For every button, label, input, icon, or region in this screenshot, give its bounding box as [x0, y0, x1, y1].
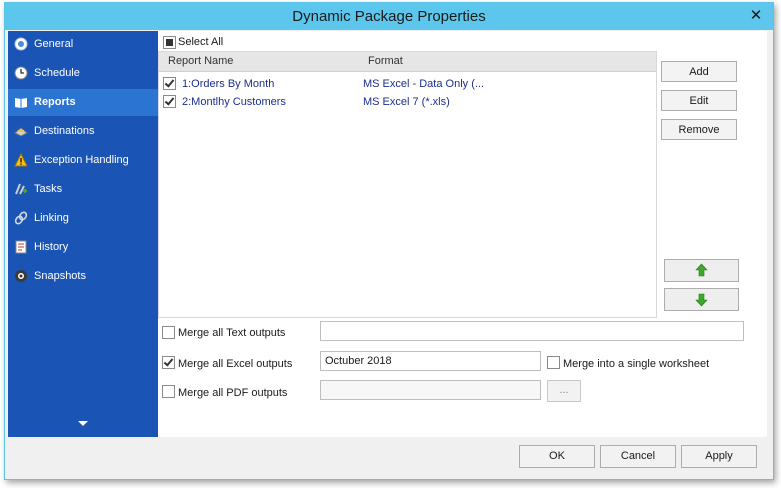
destinations-icon	[14, 127, 28, 137]
sidebar-item-label: History	[34, 241, 69, 253]
tasks-icon	[15, 183, 27, 195]
warning-icon	[14, 153, 28, 167]
sidebar-item-label: Tasks	[34, 183, 63, 195]
report-format: MS Excel - Data Only (...	[363, 78, 485, 90]
sidebar-item-snapshots[interactable]: Snapshots	[8, 263, 158, 290]
apply-button[interactable]: Apply	[681, 445, 757, 468]
merge-excel-checkbox[interactable]	[162, 356, 175, 369]
title-bar: Dynamic Package Properties ✕	[5, 3, 773, 30]
arrow-down-icon	[695, 293, 708, 307]
merge-pdf-label: Merge all PDF outputs	[178, 387, 288, 399]
clock-icon	[14, 66, 28, 80]
report-format: MS Excel 7 (*.xls)	[363, 96, 450, 108]
edit-button[interactable]: Edit	[661, 90, 737, 111]
row-checkbox[interactable]	[163, 77, 176, 90]
merge-text-checkbox[interactable]	[162, 326, 175, 339]
book-icon	[15, 98, 27, 108]
arrow-up-icon	[695, 263, 708, 277]
link-icon	[14, 211, 28, 225]
merge-single-worksheet-label: Merge into a single worksheet	[563, 358, 710, 370]
scroll-down-icon[interactable]	[78, 421, 88, 426]
merge-single-worksheet-checkbox[interactable]	[547, 356, 560, 369]
move-down-button[interactable]	[664, 288, 739, 311]
select-all-label: Select All	[178, 36, 224, 48]
sidebar-item-label: Schedule	[34, 67, 80, 79]
row-checkbox[interactable]	[163, 95, 176, 108]
sidebar-item-reports[interactable]: Reports	[8, 89, 158, 116]
sidebar: General Schedule Reports Destinations Ex…	[8, 31, 158, 437]
sidebar-item-destinations[interactable]: Destinations	[8, 118, 158, 145]
window-title: Dynamic Package Properties	[292, 8, 486, 25]
add-button[interactable]: Add	[661, 61, 737, 82]
column-header-format[interactable]: Format	[368, 55, 403, 67]
sidebar-item-history[interactable]: History	[8, 234, 158, 261]
merge-pdf-filename-input[interactable]	[320, 380, 541, 400]
merge-text-label: Merge all Text outputs	[178, 327, 286, 339]
sidebar-item-linking[interactable]: Linking	[8, 205, 158, 232]
merge-excel-filename-input[interactable]: Octuber 2018	[320, 351, 541, 371]
remove-button[interactable]: Remove	[661, 119, 737, 140]
sidebar-item-label: Exception Handling	[34, 154, 129, 166]
browse-button[interactable]: ...	[547, 380, 581, 402]
merge-pdf-checkbox[interactable]	[162, 385, 175, 398]
sidebar-item-general[interactable]: General	[8, 31, 158, 58]
merge-excel-label: Merge all Excel outputs	[178, 358, 293, 370]
sidebar-item-tasks[interactable]: Tasks	[8, 176, 158, 203]
table-row[interactable]: 2:Montlhy Customers MS Excel 7 (*.xls)	[159, 92, 656, 110]
history-icon	[15, 240, 27, 254]
column-header-report-name[interactable]: Report Name	[168, 55, 233, 67]
cancel-button[interactable]: Cancel	[600, 445, 676, 468]
report-name: 2:Montlhy Customers	[182, 96, 286, 108]
sidebar-item-label: Snapshots	[34, 270, 86, 282]
merge-text-filename-input[interactable]	[320, 321, 744, 341]
reports-panel: Select All Report Name Format 1:Orders B…	[158, 31, 767, 437]
sidebar-item-label: Destinations	[34, 125, 95, 137]
ok-button[interactable]: OK	[519, 445, 595, 468]
move-up-button[interactable]	[664, 259, 739, 282]
reports-table: Report Name Format 1:Orders By Month MS …	[158, 51, 657, 318]
dialog-window: Dynamic Package Properties ✕ General Sch…	[4, 2, 774, 480]
general-icon	[14, 37, 28, 51]
report-name: 1:Orders By Month	[182, 78, 275, 90]
sidebar-item-label: General	[34, 38, 74, 50]
table-row[interactable]: 1:Orders By Month MS Excel - Data Only (…	[159, 74, 656, 92]
table-header: Report Name Format	[159, 52, 656, 72]
select-all-checkbox[interactable]	[163, 36, 176, 49]
snapshots-icon	[15, 270, 27, 282]
sidebar-item-label: Reports	[34, 96, 76, 108]
close-button[interactable]: ✕	[739, 3, 773, 30]
sidebar-item-exception-handling[interactable]: Exception Handling	[8, 147, 158, 174]
sidebar-item-schedule[interactable]: Schedule	[8, 60, 158, 87]
sidebar-item-label: Linking	[34, 212, 69, 224]
